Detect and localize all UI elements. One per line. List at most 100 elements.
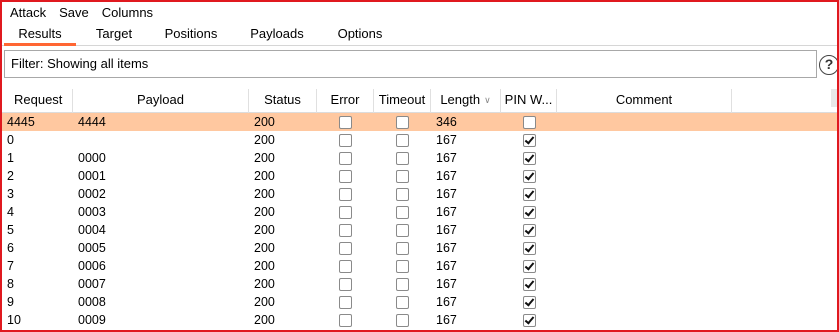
- timeout-checkbox: [396, 259, 409, 273]
- tab-target[interactable]: Target: [76, 23, 152, 46]
- error-cell: [317, 257, 374, 275]
- error-checkbox: [339, 241, 352, 255]
- status-cell: 200: [254, 277, 275, 291]
- error-cell: [317, 167, 374, 185]
- error-cell: [317, 275, 374, 293]
- menu-attack[interactable]: Attack: [8, 5, 53, 20]
- error-cell: [317, 203, 374, 221]
- status-cell: 200: [254, 169, 275, 183]
- filter-bar[interactable]: Filter: Showing all items: [4, 50, 817, 78]
- length-cell: 167: [436, 259, 457, 273]
- comment-cell: [557, 275, 732, 293]
- table-row[interactable]: 8 0007 200 167: [2, 275, 837, 293]
- tab-options[interactable]: Options: [324, 23, 396, 46]
- pin-cell: [501, 257, 557, 275]
- pin-checkbox: [522, 151, 536, 165]
- timeout-cell: [374, 113, 431, 131]
- table-row[interactable]: 3 0002 200 167: [2, 185, 837, 203]
- pin-cell: [501, 311, 557, 329]
- table-row[interactable]: 6 0005 200 167: [2, 239, 837, 257]
- question-mark-icon[interactable]: ?: [819, 55, 837, 75]
- request-cell: 8: [7, 277, 14, 291]
- timeout-cell: [374, 185, 431, 203]
- payload-cell: 0008: [78, 295, 106, 309]
- timeout-checkbox: [396, 295, 409, 309]
- table-row[interactable]: 4445 4444 200 346: [2, 113, 837, 131]
- pin-checkbox: [522, 169, 536, 183]
- comment-cell: [557, 257, 732, 275]
- menu-bar: Attack Save Columns: [2, 2, 837, 23]
- tab-positions[interactable]: Positions: [152, 23, 230, 46]
- tab-bar: Results Target Positions Payloads Option…: [2, 23, 837, 46]
- error-cell: [317, 221, 374, 239]
- payload-cell: 0006: [78, 259, 106, 273]
- menu-columns[interactable]: Columns: [100, 5, 160, 20]
- comment-cell: [557, 221, 732, 239]
- error-cell: [317, 293, 374, 311]
- status-cell: 200: [254, 151, 275, 165]
- column-header-timeout[interactable]: Timeout: [374, 89, 431, 113]
- table-row[interactable]: 9 0008 200 167: [2, 293, 837, 311]
- pin-checkbox: [522, 205, 536, 219]
- pin-cell: [501, 203, 557, 221]
- comment-cell: [557, 293, 732, 311]
- pin-checkbox: [522, 313, 536, 327]
- sort-chevron-down-icon: ∨: [484, 95, 491, 105]
- tab-results[interactable]: Results: [4, 23, 76, 46]
- table-row[interactable]: 4 0003 200 167: [2, 203, 837, 221]
- pin-cell: [501, 113, 557, 131]
- request-cell: 5: [7, 223, 14, 237]
- pin-checkbox: [522, 277, 536, 291]
- timeout-checkbox: [396, 169, 409, 183]
- table-row[interactable]: 2 0001 200 167: [2, 167, 837, 185]
- error-checkbox: [339, 259, 352, 273]
- error-cell: [317, 149, 374, 167]
- comment-cell: [557, 167, 732, 185]
- timeout-checkbox: [396, 133, 409, 147]
- pin-checkbox: [522, 295, 536, 309]
- table-row[interactable]: 1 0000 200 167: [2, 149, 837, 167]
- timeout-checkbox: [396, 241, 409, 255]
- request-cell: 9: [7, 295, 14, 309]
- column-header-request[interactable]: Request: [2, 89, 73, 113]
- timeout-checkbox: [396, 313, 409, 327]
- table-row[interactable]: 0 200 167: [2, 131, 837, 149]
- timeout-cell: [374, 239, 431, 257]
- column-header-payload[interactable]: Payload: [73, 89, 249, 113]
- error-checkbox: [339, 169, 352, 183]
- pin-cell: [501, 293, 557, 311]
- timeout-cell: [374, 221, 431, 239]
- timeout-checkbox: [396, 187, 409, 201]
- column-header-length-label: Length: [440, 92, 481, 107]
- column-header-pin[interactable]: PIN W...: [501, 89, 557, 113]
- request-cell: 4445: [7, 115, 35, 129]
- table-row[interactable]: 10 0009 200 167: [2, 311, 837, 329]
- pin-cell: [501, 131, 557, 149]
- request-cell: 10: [7, 313, 21, 327]
- status-cell: 200: [254, 295, 275, 309]
- column-header-comment[interactable]: Comment: [557, 89, 732, 113]
- error-checkbox: [339, 205, 352, 219]
- length-cell: 167: [436, 295, 457, 309]
- request-cell: 2: [7, 169, 14, 183]
- vertical-scrollbar[interactable]: [831, 89, 837, 107]
- filter-text: Filter: Showing all items: [11, 56, 149, 71]
- comment-cell: [557, 185, 732, 203]
- tab-payloads[interactable]: Payloads: [230, 23, 324, 46]
- menu-save[interactable]: Save: [57, 5, 96, 20]
- table-row[interactable]: 5 0004 200 167: [2, 221, 837, 239]
- status-cell: 200: [254, 187, 275, 201]
- length-cell: 346: [436, 115, 457, 129]
- column-header-error[interactable]: Error: [317, 89, 374, 113]
- error-cell: [317, 185, 374, 203]
- column-header-length[interactable]: Length ∨: [431, 89, 501, 113]
- timeout-cell: [374, 203, 431, 221]
- table-header: Request Payload Status Error Timeout Len…: [2, 89, 837, 113]
- table-row[interactable]: 7 0006 200 167: [2, 257, 837, 275]
- payload-cell: 0004: [78, 223, 106, 237]
- column-header-status[interactable]: Status: [249, 89, 317, 113]
- error-checkbox: [339, 133, 352, 147]
- request-cell: 6: [7, 241, 14, 255]
- payload-cell: 0000: [78, 151, 106, 165]
- payload-cell: 0009: [78, 313, 106, 327]
